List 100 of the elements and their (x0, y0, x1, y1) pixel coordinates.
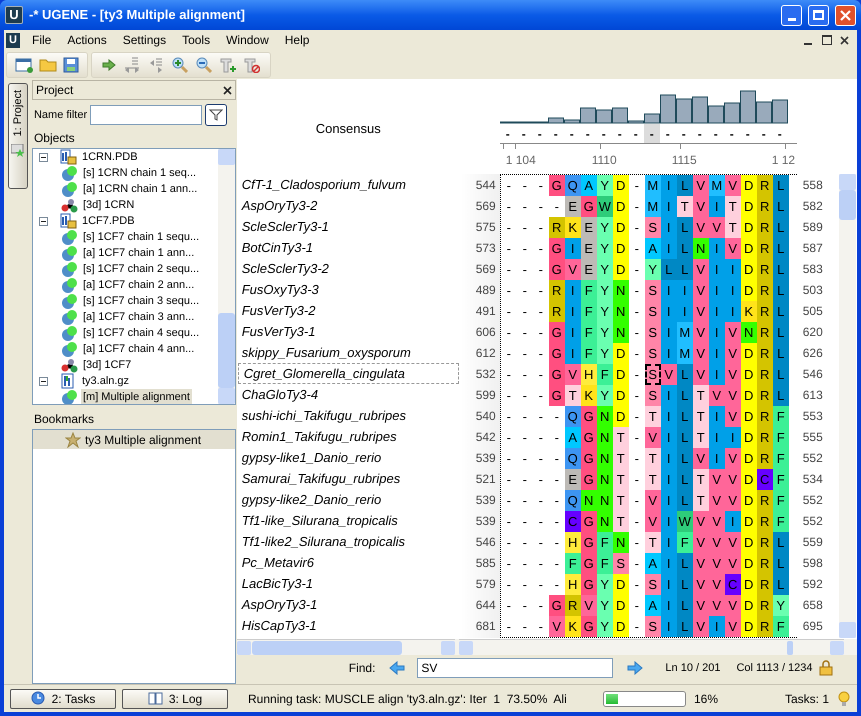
tasks-tab[interactable]: 2: Tasks (10, 688, 116, 708)
sequence-name[interactable]: HisCapTy3-1 (236, 615, 460, 636)
maximize-button[interactable] (808, 4, 829, 26)
restore-icon[interactable] (822, 35, 832, 45)
vertical-scrollbar[interactable] (218, 149, 235, 404)
menu-item[interactable]: Help (276, 31, 318, 49)
aligned-sequence: - - - - H G Y D - S I L V V C D R L (500, 574, 797, 595)
tree-item[interactable]: [s] 1CF7 chain 3 sequ... (80, 292, 202, 310)
sequence-name[interactable]: Tf1-like2_Silurana_tropicalis (236, 531, 460, 552)
aligned-sequence: - - - R I F Y N - S I I V I I D R L (500, 280, 797, 301)
sequence-name[interactable]: ScleSclerTy3-1 (236, 216, 460, 237)
lock-icon (818, 660, 833, 676)
filter-icon (209, 108, 224, 122)
sequence-name[interactable]: BotCinTy3-1 (236, 237, 460, 258)
tree-item[interactable]: [s] 1CF7 chain 4 sequ... (80, 324, 202, 342)
tree-item[interactable]: [3d] 1CRN (80, 196, 136, 214)
sequence-name[interactable]: Romin1_Takifugu_rubripes (236, 426, 460, 447)
name-filter-field[interactable] (90, 105, 202, 125)
app-logo: U (5, 6, 23, 24)
sequence-name[interactable]: AspOryTy3-2 (236, 195, 460, 216)
tree-item[interactable]: 1CF7.PDB (80, 212, 137, 230)
sequence-name[interactable]: gypsy-like1_Danio_rerio (236, 447, 460, 468)
horizontal-scrollbar[interactable] (458, 639, 844, 655)
new-document-icon[interactable] (15, 56, 33, 72)
tree-item[interactable]: [a] 1CF7 chain 2 ann... (80, 276, 196, 294)
sequence-name[interactable]: ChaGloTy3-4 (236, 384, 460, 405)
sphere-icon (60, 293, 78, 309)
sequence-name[interactable]: ScleSclerTy3-2 (236, 258, 460, 279)
folder-icon[interactable] (39, 57, 57, 72)
tree-item[interactable]: [a] 1CF7 chain 3 ann... (80, 308, 196, 326)
sequence-name[interactable]: Samurai_Takifugu_rubripes (236, 468, 460, 489)
close-icon[interactable] (222, 86, 232, 94)
tree-item[interactable]: [a] 1CF7 chain 4 ann... (80, 340, 196, 358)
project-tab[interactable]: 1: Project (8, 83, 28, 189)
consensus-cell-text: - (600, 126, 607, 142)
text-remove-icon[interactable] (244, 56, 260, 72)
tree-item[interactable]: ty3.aln.gz (80, 372, 132, 390)
horizontal-scrollbar[interactable] (236, 639, 455, 655)
sequence-name[interactable]: CfT-1_Cladosporium_fulvum (236, 174, 460, 195)
menu-item[interactable]: Window (218, 31, 277, 49)
row-end-number: 613 (802, 386, 824, 404)
aligned-sequence: - - - - F G F S - A I L V V V D R L (500, 553, 797, 574)
tree-item[interactable]: [a] 1CRN chain 1 ann... (80, 180, 200, 198)
tree-item[interactable]: [s] 1CRN chain 1 seq... (80, 164, 198, 182)
document-icon (60, 213, 77, 229)
align-icon[interactable] (148, 56, 164, 72)
bookmark-item[interactable]: ty3 Multiple alignment (32, 430, 235, 449)
menu-item[interactable]: Tools (174, 31, 218, 49)
arrow-left-icon[interactable] (389, 661, 406, 675)
sphere-icon (60, 165, 78, 181)
aligned-sequence: - - - - Q G N D - T I L T I V D R F (500, 406, 797, 427)
tree-item[interactable]: [m] Multiple alignment (80, 388, 192, 404)
filter-button[interactable] (205, 104, 228, 126)
consensus-cell-text: - (664, 126, 671, 142)
arrow-right-icon[interactable] (627, 661, 644, 675)
tree-item[interactable]: 1CRN.PDB (80, 149, 140, 166)
sequence-name[interactable]: LacBicTy3-1 (236, 573, 460, 594)
sequence-name[interactable]: Cgret_Glomerella_cingulata (238, 363, 459, 384)
aligned-sequence: - - - G Q A Y D - M I L V M V D R L (500, 175, 797, 196)
collapse-toggle[interactable] (38, 152, 48, 162)
close-icon[interactable] (840, 36, 849, 44)
save-icon[interactable] (63, 56, 79, 72)
aligned-sequence: - - - G I E Y D - A I L N I V D R L (500, 238, 797, 259)
aligned-sequence: - - - - H G F N - T I F V V V D R L (500, 532, 797, 553)
sequence-name[interactable]: FusVerTy3-2 (236, 300, 460, 321)
log-tab[interactable]: 3: Log (122, 688, 228, 708)
sequence-name[interactable]: skippy_Fusarium_oxysporum (236, 342, 460, 363)
sequence-name[interactable]: FusOxyTy3-3 (236, 279, 460, 300)
menu-item[interactable]: Actions (59, 31, 115, 49)
sequence-name[interactable]: gypsy-like2_Danio_rerio (236, 489, 460, 510)
consensus-cell-text: - (728, 126, 735, 142)
minimize-button[interactable] (781, 4, 802, 26)
collapse-toggle[interactable] (38, 376, 48, 386)
zoom-out-icon[interactable] (196, 56, 212, 72)
collapse-toggle[interactable] (38, 216, 48, 226)
zoom-in-icon[interactable] (172, 56, 188, 72)
tree-item[interactable]: [3d] 1CF7 (80, 356, 134, 374)
tree-item[interactable]: [s] 1CF7 chain 1 sequ... (80, 228, 202, 246)
consensus-cell-text: - (504, 126, 511, 142)
ruler-label: 1 104 (506, 152, 536, 169)
sequence-name[interactable]: Tf1-like_Silurana_tropicalis (236, 510, 460, 531)
aligned-sequence: - - - G I F Y D - S I M V I V D R L (500, 343, 797, 364)
vertical-scrollbar[interactable] (838, 174, 856, 638)
tree-item[interactable]: [a] 1CF7 chain 1 ann... (80, 244, 196, 262)
sequence-name[interactable]: Pc_Metavir6 (236, 552, 460, 573)
sequence-name[interactable]: sushi-ichi_Takifugu_rubripes (236, 405, 460, 426)
sequence-name[interactable]: FusVerTy3-1 (236, 321, 460, 342)
arrow-right-icon[interactable] (102, 58, 116, 70)
row-start-number: 489 (474, 282, 497, 298)
menu-item[interactable]: File (24, 31, 60, 49)
molecule-icon (60, 197, 78, 213)
section-label: Bookmarks (34, 411, 95, 426)
sequence-name[interactable]: AspOryTy3-1 (236, 594, 460, 615)
tree-item[interactable]: [s] 1CF7 chain 2 sequ... (80, 260, 202, 278)
row-start-number: 579 (474, 576, 497, 592)
text-add-icon[interactable] (220, 56, 236, 72)
close-button[interactable] (835, 4, 856, 26)
align-icon[interactable] (124, 56, 140, 72)
find-field[interactable]: SV (417, 658, 614, 678)
menu-item[interactable]: Settings (114, 31, 174, 49)
